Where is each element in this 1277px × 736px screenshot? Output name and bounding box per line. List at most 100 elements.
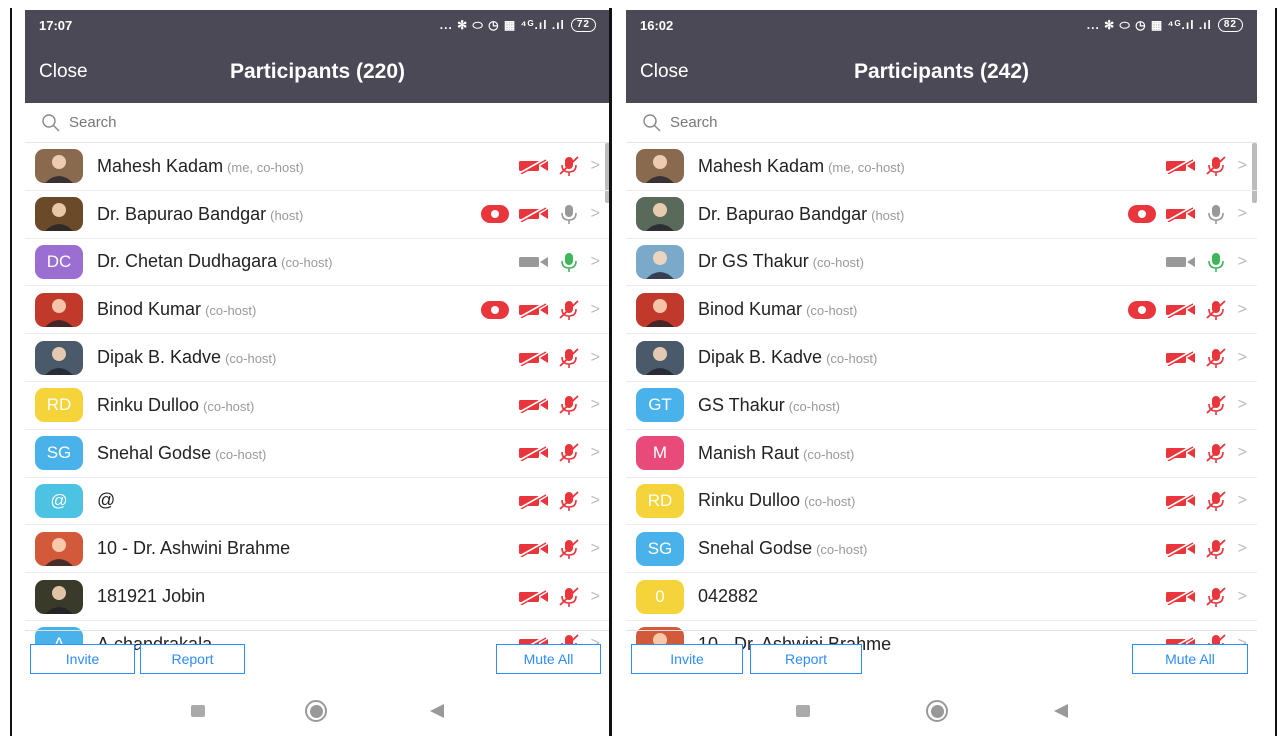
chevron-right-icon[interactable]: > [591, 588, 600, 606]
mic-muted-icon[interactable] [1205, 347, 1227, 369]
back-icon[interactable] [430, 704, 444, 718]
mic-icon[interactable] [558, 203, 580, 225]
mic-icon[interactable] [558, 251, 580, 273]
video-off-icon[interactable] [1164, 540, 1198, 557]
video-icon[interactable] [1164, 254, 1198, 270]
participant-row[interactable]: 10 - Dr. Ashwini Brahme > [25, 525, 610, 574]
mic-muted-icon[interactable] [1205, 394, 1227, 416]
mute-all-button[interactable]: Mute All [1132, 644, 1248, 674]
video-off-icon[interactable] [1164, 445, 1198, 462]
participant-row[interactable]: Dr. Bapurao Bandgar (host) > [626, 191, 1257, 239]
video-off-icon[interactable] [517, 301, 551, 318]
participant-list[interactable]: Mahesh Kadam (me, co-host) > Dr. Bapurao Ba… [25, 143, 610, 668]
home-icon[interactable] [305, 700, 327, 722]
video-off-icon[interactable] [517, 445, 551, 462]
chevron-right-icon[interactable]: > [1238, 301, 1247, 319]
video-icon[interactable] [517, 254, 551, 270]
search-input[interactable]: Search [626, 103, 1257, 143]
chevron-right-icon[interactable]: > [591, 301, 600, 319]
chevron-right-icon[interactable]: > [591, 349, 600, 367]
video-off-icon[interactable] [1164, 588, 1198, 605]
video-off-icon[interactable] [517, 397, 551, 414]
mic-muted-icon[interactable] [558, 538, 580, 560]
video-off-icon[interactable] [1164, 493, 1198, 509]
close-button[interactable]: Close [640, 61, 689, 83]
participant-row[interactable]: RD Rinku Dulloo (co-host) > [626, 478, 1257, 526]
participant-row[interactable]: 0 042882 > [626, 573, 1257, 621]
recents-icon[interactable] [191, 705, 205, 717]
participant-row[interactable]: Dipak B. Kadve (co-host) > [626, 334, 1257, 382]
chevron-right-icon[interactable]: > [1238, 157, 1247, 175]
chevron-right-icon[interactable]: > [591, 396, 600, 414]
avatar-photo [636, 197, 684, 232]
report-button[interactable]: Report [140, 644, 245, 674]
participant-row[interactable]: Mahesh Kadam (me, co-host) > [25, 143, 610, 191]
back-icon[interactable] [1054, 704, 1068, 718]
mic-muted-icon[interactable] [558, 394, 580, 416]
participant-row[interactable]: 181921 Jobin > [25, 573, 610, 621]
video-off-icon[interactable] [517, 588, 551, 605]
video-off-icon[interactable] [517, 158, 551, 175]
mic-muted-icon[interactable] [558, 155, 580, 177]
invite-button[interactable]: Invite [631, 644, 743, 674]
participant-row[interactable]: DC Dr. Chetan Dudhagara (co-host) > [25, 239, 610, 287]
video-off-icon[interactable] [517, 540, 551, 557]
chevron-right-icon[interactable]: > [591, 540, 600, 558]
chevron-right-icon[interactable]: > [591, 253, 600, 271]
participant-row[interactable]: RD Rinku Dulloo (co-host) > [25, 382, 610, 430]
chevron-right-icon[interactable]: > [591, 444, 600, 462]
chevron-right-icon[interactable]: > [1238, 540, 1247, 558]
mute-all-button[interactable]: Mute All [496, 644, 601, 674]
participant-row[interactable]: SG Snehal Godse (co-host) > [626, 525, 1257, 574]
video-off-icon[interactable] [1164, 206, 1198, 223]
participant-row[interactable]: Binod Kumar (co-host) > [626, 286, 1257, 335]
chevron-right-icon[interactable]: > [1238, 588, 1247, 606]
mic-muted-icon[interactable] [1205, 155, 1227, 177]
video-off-icon[interactable] [1164, 158, 1198, 175]
participant-row[interactable]: Dipak B. Kadve (co-host) > [25, 334, 610, 382]
mic-muted-icon[interactable] [558, 586, 580, 608]
mic-muted-icon[interactable] [558, 347, 580, 369]
video-off-icon[interactable] [517, 206, 551, 223]
mic-muted-icon[interactable] [1205, 490, 1227, 512]
chevron-right-icon[interactable]: > [591, 205, 600, 223]
participant-row[interactable]: Dr GS Thakur (co-host) > [626, 239, 1257, 287]
participant-row[interactable]: SG Snehal Godse (co-host) > [25, 430, 610, 478]
participant-row[interactable]: @ @ > [25, 478, 610, 526]
person-icon [646, 298, 674, 327]
chevron-right-icon[interactable]: > [591, 492, 600, 510]
chevron-right-icon[interactable]: > [1238, 492, 1247, 510]
participant-list[interactable]: Mahesh Kadam (me, co-host) > Dr. Bapurao Ba… [626, 143, 1257, 668]
mic-muted-icon[interactable] [558, 490, 580, 512]
participant-controls: > [517, 430, 600, 477]
mic-muted-icon[interactable] [558, 442, 580, 464]
invite-button[interactable]: Invite [30, 644, 135, 674]
close-button[interactable]: Close [39, 61, 88, 83]
home-icon[interactable] [926, 700, 948, 722]
chevron-right-icon[interactable]: > [1238, 205, 1247, 223]
chevron-right-icon[interactable]: > [1238, 253, 1247, 271]
participant-row[interactable]: Mahesh Kadam (me, co-host) > [626, 143, 1257, 191]
mic-muted-icon[interactable] [1205, 586, 1227, 608]
mic-muted-icon[interactable] [558, 299, 580, 321]
video-off-icon[interactable] [517, 493, 551, 509]
report-button[interactable]: Report [750, 644, 862, 674]
search-input[interactable]: Search [25, 103, 610, 143]
video-off-icon[interactable] [1164, 301, 1198, 318]
participant-row[interactable]: M Manish Raut (co-host) > [626, 430, 1257, 478]
mic-icon[interactable] [1205, 251, 1227, 273]
chevron-right-icon[interactable]: > [591, 157, 600, 175]
video-off-icon[interactable] [1164, 349, 1198, 366]
mic-icon[interactable] [1205, 203, 1227, 225]
participant-row[interactable]: Binod Kumar (co-host) > [25, 286, 610, 335]
chevron-right-icon[interactable]: > [1238, 396, 1247, 414]
video-off-icon[interactable] [517, 349, 551, 366]
recents-icon[interactable] [796, 705, 810, 717]
mic-muted-icon[interactable] [1205, 299, 1227, 321]
mic-muted-icon[interactable] [1205, 442, 1227, 464]
chevron-right-icon[interactable]: > [1238, 444, 1247, 462]
participant-row[interactable]: Dr. Bapurao Bandgar (host) > [25, 191, 610, 239]
chevron-right-icon[interactable]: > [1238, 349, 1247, 367]
participant-row[interactable]: GT GS Thakur (co-host) > [626, 382, 1257, 430]
mic-muted-icon[interactable] [1205, 538, 1227, 560]
